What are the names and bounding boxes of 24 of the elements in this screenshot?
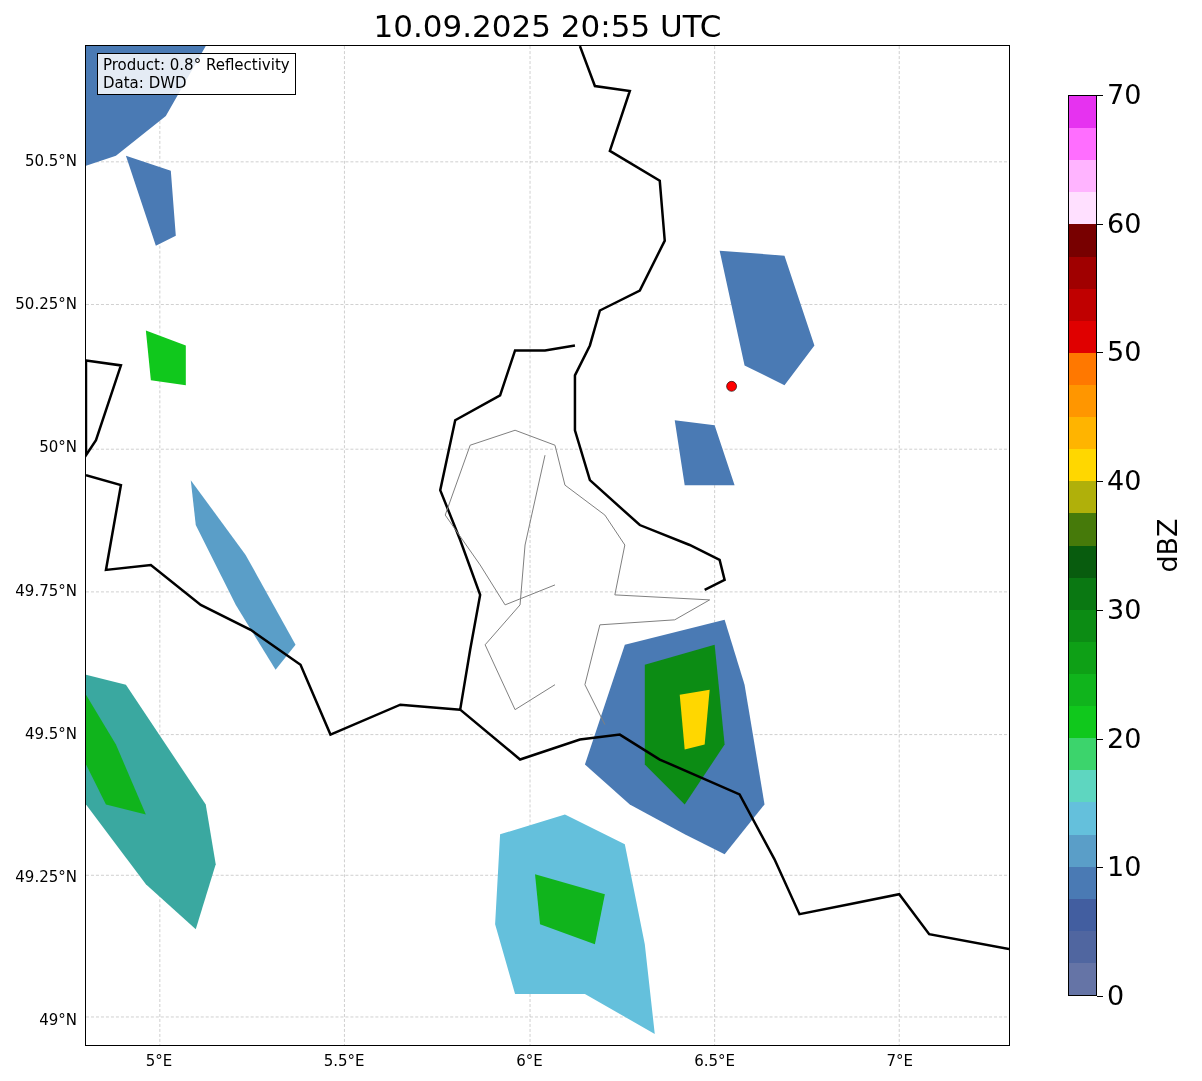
colorbar-label: dBZ <box>1151 518 1183 573</box>
colorbar-tick-label: 20 <box>1107 723 1142 754</box>
y-tick-label: 50°N <box>39 438 77 457</box>
colorbar-tick-label: 30 <box>1107 594 1142 625</box>
info-text: Product: 0.8° Reflectivity <box>103 56 290 74</box>
y-tick-label: 49°N <box>39 1011 77 1030</box>
colorbar-tick-label: 70 <box>1107 80 1142 110</box>
y-tick-label: 50.5°N <box>24 152 77 170</box>
colorbar-tick-label: 10 <box>1107 852 1142 883</box>
y-tick-label: 49.75°N <box>15 581 77 600</box>
x-tick-label: 6°E <box>516 1052 543 1070</box>
colorbar-tick-label: 0 <box>1107 981 1125 1011</box>
x-tick-label: 5.5°E <box>323 1052 365 1070</box>
chart-title: 10.09.2025 20:55 UTC <box>372 7 723 45</box>
info-text: Data: DWD <box>103 74 188 92</box>
x-tick-label: 5°E <box>145 1052 173 1070</box>
colorbar-tick-label: 50 <box>1107 337 1142 368</box>
colorbar-tick-label: 60 <box>1107 208 1142 239</box>
y-tick-label: 49.25°N <box>15 868 77 886</box>
y-tick-label: 50.25°N <box>15 295 77 314</box>
x-tick-label: 7°E <box>886 1052 914 1070</box>
colorbar-tick-label: 40 <box>1107 466 1142 497</box>
y-tick-label: 49.5°N <box>24 724 77 743</box>
x-tick-label: 6.5°E <box>694 1052 735 1070</box>
